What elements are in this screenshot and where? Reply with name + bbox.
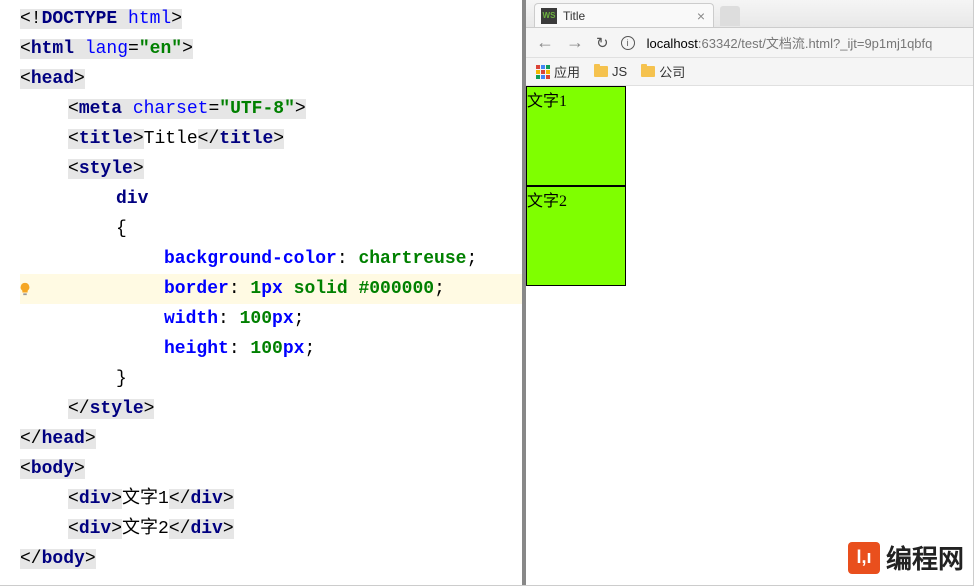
apps-grid-icon xyxy=(536,65,550,79)
info-icon[interactable]: i xyxy=(621,36,635,50)
code-line[interactable]: width: 100px; xyxy=(20,304,522,334)
bookmark-folder-js[interactable]: JS xyxy=(594,64,627,79)
code-line[interactable]: <style> xyxy=(20,154,522,184)
browser-tab[interactable]: WS Title × xyxy=(534,3,714,27)
code-line[interactable]: } xyxy=(20,364,522,394)
code-line[interactable]: <body> xyxy=(20,454,522,484)
code-line[interactable]: <head> xyxy=(20,64,522,94)
code-line[interactable]: </body> xyxy=(20,544,522,574)
code-line[interactable]: </head> xyxy=(20,424,522,454)
watermark: l,ı 编程网 xyxy=(848,539,964,576)
folder-icon xyxy=(641,66,655,77)
code-editor[interactable]: <!DOCTYPE html><html lang="en"><head><me… xyxy=(0,0,522,585)
demo-div-1: 文字1 xyxy=(526,86,626,186)
lightbulb-icon[interactable] xyxy=(18,282,32,296)
code-line[interactable]: <title>Title</title> xyxy=(20,124,522,154)
bookmarks-bar: 应用 JS 公司 xyxy=(526,58,973,86)
browser-tab-strip: WS Title × xyxy=(526,0,973,28)
code-line[interactable]: </style> xyxy=(20,394,522,424)
page-viewport: 文字1 文字2 xyxy=(526,86,973,585)
code-line[interactable]: <meta charset="UTF-8"> xyxy=(20,94,522,124)
folder-icon xyxy=(594,66,608,77)
tab-title: Title xyxy=(563,9,695,23)
reload-icon[interactable]: ↻ xyxy=(596,34,609,52)
demo-div-2: 文字2 xyxy=(526,186,626,286)
browser-window: WS Title × ← → ↻ i localhost:63342/test/… xyxy=(522,0,973,585)
close-icon[interactable]: × xyxy=(695,8,707,24)
watermark-brand: 编程网 xyxy=(886,539,964,576)
back-icon[interactable]: ← xyxy=(536,32,554,53)
code-line[interactable]: background-color: chartreuse; xyxy=(20,244,522,274)
code-line[interactable]: <html lang="en"> xyxy=(20,34,522,64)
url-bar[interactable]: localhost:63342/test/文档流.html?_ijt=9p1mj… xyxy=(647,33,933,52)
bookmark-folder-company[interactable]: 公司 xyxy=(641,62,685,81)
editor-gutter xyxy=(0,0,18,585)
code-line[interactable]: height: 100px; xyxy=(20,334,522,364)
code-line[interactable]: <div>文字2</div> xyxy=(20,514,522,544)
forward-icon[interactable]: → xyxy=(566,32,584,53)
code-line[interactable]: div xyxy=(20,184,522,214)
tab-favicon-icon: WS xyxy=(541,8,557,24)
code-line[interactable]: <div>文字1</div> xyxy=(20,484,522,514)
browser-toolbar: ← → ↻ i localhost:63342/test/文档流.html?_i… xyxy=(526,28,973,58)
code-line[interactable]: { xyxy=(20,214,522,244)
code-line[interactable]: <!DOCTYPE html> xyxy=(20,4,522,34)
new-tab-button[interactable] xyxy=(720,6,740,26)
watermark-logo-icon: l,ı xyxy=(848,542,880,574)
apps-button[interactable]: 应用 xyxy=(536,62,580,81)
code-line[interactable]: border: 1px solid #000000; xyxy=(20,274,522,304)
